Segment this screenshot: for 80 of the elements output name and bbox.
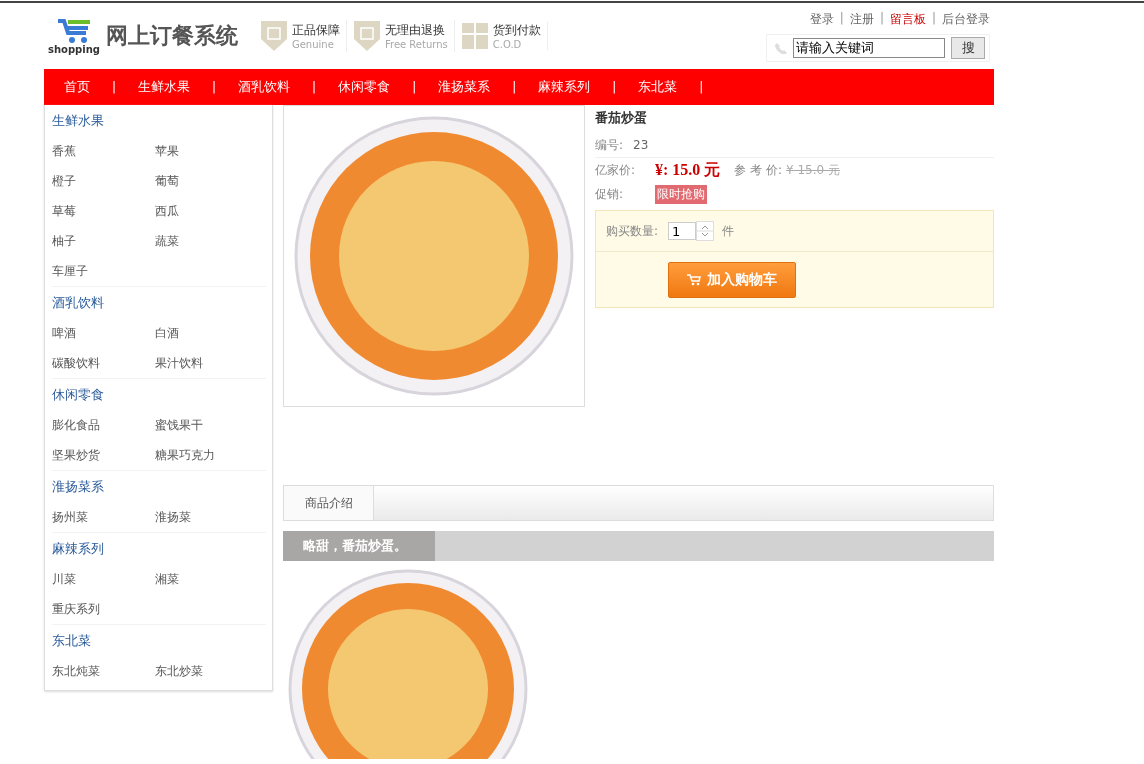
nav-link[interactable]: 生鲜水果 — [138, 78, 191, 96]
stepper-control[interactable] — [696, 221, 715, 241]
category-link[interactable]: 重庆系列 — [52, 594, 100, 624]
category-title[interactable]: 酒乳饮料 — [52, 287, 266, 318]
category-link[interactable]: 碳酸饮料 — [52, 348, 100, 378]
shield-icon — [352, 20, 381, 52]
header-link[interactable]: 后台登录 — [942, 10, 990, 28]
category-title[interactable]: 东北菜 — [52, 625, 266, 656]
tab[interactable]: 商品介绍 — [284, 486, 374, 520]
category-link[interactable]: 橙子 — [52, 166, 76, 196]
field-label: 编号: — [595, 136, 624, 154]
product-name: 番茄炒蛋 — [595, 109, 648, 127]
badge-subtitle: C.O.D — [492, 39, 523, 50]
field-label: 促销: — [595, 185, 625, 203]
separator: | — [612, 80, 617, 94]
category-link[interactable]: 川菜 — [52, 564, 76, 594]
separator: | — [312, 80, 317, 94]
category-link[interactable]: 草莓 — [52, 196, 76, 226]
category-link[interactable]: 东北炒菜 — [155, 656, 203, 686]
badge-title: 货到付款 — [492, 22, 541, 39]
category-link[interactable]: 啤酒 — [52, 318, 76, 348]
separator: | — [699, 80, 704, 94]
category-link[interactable]: 香蕉 — [52, 136, 76, 166]
reference-price: ¥ 15.0 元 — [786, 161, 840, 179]
nav-link[interactable]: 麻辣系列 — [538, 78, 591, 96]
phone-icon — [775, 41, 787, 54]
quantity-field[interactable]: 1 — [668, 222, 697, 240]
category-link[interactable]: 淮扬菜 — [155, 502, 191, 532]
nav-link[interactable]: 酒乳饮料 — [238, 78, 291, 96]
nav-link[interactable]: 东北菜 — [638, 78, 678, 96]
field-label: 参 考 价: — [734, 161, 782, 179]
category-link[interactable]: 糖果巧克力 — [155, 440, 215, 470]
category-link[interactable]: 白酒 — [155, 318, 179, 348]
category-link[interactable]: 东北炖菜 — [52, 656, 100, 686]
category-link[interactable]: 蔬菜 — [155, 226, 179, 256]
header-link[interactable]: 登录 — [809, 10, 834, 28]
search-button[interactable]: 搜 — [951, 36, 985, 59]
category-title[interactable]: 休闲零食 — [52, 379, 266, 410]
field-label: 亿家价: — [595, 161, 637, 179]
field-label: 购买数量: — [606, 222, 659, 240]
cart-icon — [687, 274, 701, 286]
description-text: 略甜，番茄炒蛋。 — [283, 531, 435, 561]
promo-tag: 限时抢购 — [655, 184, 707, 204]
header-link[interactable]: 注册 — [849, 10, 874, 28]
site-title: 网上订餐系统 — [105, 22, 238, 50]
search-field[interactable]: 请输入关键词 — [793, 37, 945, 58]
category-link[interactable]: 柚子 — [52, 226, 76, 256]
separator: | — [112, 80, 117, 94]
nav-link[interactable]: 休闲零食 — [338, 78, 391, 96]
gift-box-icon — [460, 22, 489, 50]
separator: | — [212, 80, 217, 94]
category-title[interactable]: 淮扬菜系 — [52, 471, 266, 502]
separator: | — [412, 80, 417, 94]
category-link[interactable]: 湘菜 — [155, 564, 179, 594]
category-link[interactable]: 膨化食品 — [52, 410, 100, 440]
category-link[interactable]: 西瓜 — [155, 196, 179, 226]
category-link[interactable]: 车厘子 — [52, 256, 88, 286]
category-link[interactable]: 葡萄 — [155, 166, 179, 196]
category-title[interactable]: 麻辣系列 — [52, 533, 266, 564]
badge-title: 正品保障 — [291, 22, 340, 39]
separator: | — [879, 10, 884, 27]
separator: | — [839, 10, 844, 27]
product-price: ¥: 15.0 元 — [655, 159, 721, 180]
badge-subtitle: Free Returns — [384, 39, 448, 50]
separator: | — [512, 80, 517, 94]
category-link[interactable]: 蜜饯果干 — [155, 410, 203, 440]
unit-label: 件 — [722, 222, 735, 240]
header-link[interactable]: 留言板 — [889, 10, 926, 28]
nav-link[interactable]: 首页 — [64, 78, 90, 96]
category-link[interactable]: 扬州菜 — [52, 502, 88, 532]
category-link[interactable]: 苹果 — [155, 136, 179, 166]
badge-subtitle: Genuine — [291, 39, 335, 50]
category-link[interactable]: 坚果炒货 — [52, 440, 100, 470]
badge-title: 无理由退换 — [384, 22, 446, 39]
product-id: 23 — [633, 138, 649, 152]
nav-link[interactable]: 淮扬菜系 — [438, 78, 491, 96]
shield-icon — [259, 20, 288, 52]
category-link[interactable]: 果汁饮料 — [155, 348, 203, 378]
separator: | — [931, 10, 936, 27]
category-title[interactable]: 生鲜水果 — [52, 105, 266, 136]
